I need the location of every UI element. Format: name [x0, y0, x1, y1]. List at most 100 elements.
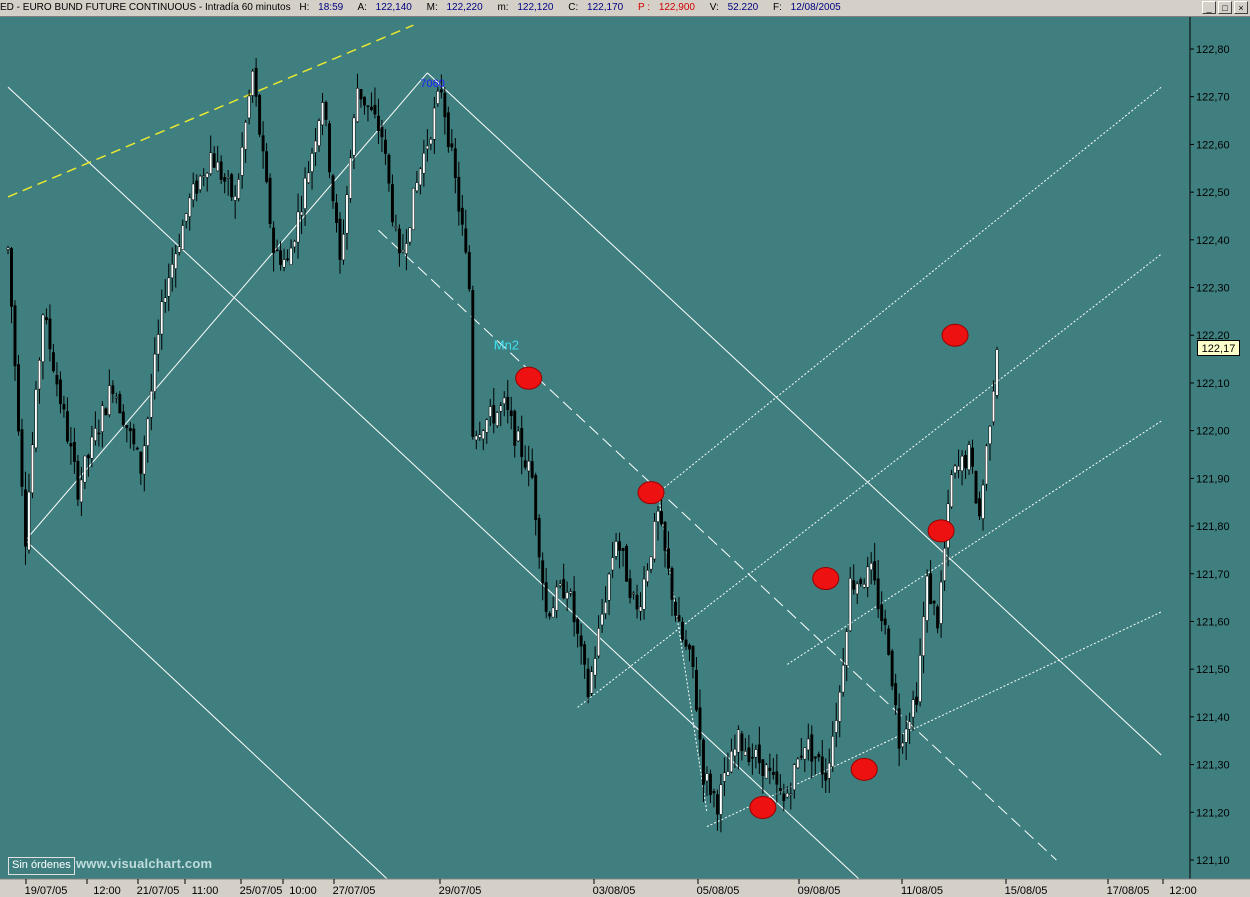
candle-body [527, 460, 531, 472]
candle-body [387, 154, 391, 184]
candle-body [261, 135, 265, 152]
candle-body [890, 650, 894, 687]
y-tick-label: 122,30 [1196, 283, 1230, 295]
candle-body [86, 454, 90, 459]
candle-body [41, 314, 45, 362]
candle-body [289, 247, 293, 265]
candle-body [296, 211, 300, 243]
candle-body [621, 547, 625, 551]
candle-body [153, 353, 157, 392]
candle-body [495, 412, 499, 426]
candle-body [352, 117, 356, 156]
y-tick-label: 121,30 [1196, 760, 1230, 772]
candle-body [649, 556, 653, 570]
candle-body [974, 470, 978, 504]
channel-line [427, 72, 1162, 756]
candle-body [506, 396, 510, 410]
marker-ellipse [927, 519, 955, 543]
candle-body [24, 489, 27, 547]
candle-body [460, 207, 464, 225]
candle-body [422, 152, 426, 174]
candle-body [443, 92, 447, 118]
candle-body [390, 184, 394, 223]
candle-body [303, 177, 307, 209]
candle-body [576, 618, 580, 634]
candle-body [342, 234, 345, 261]
candle-body [55, 374, 59, 385]
candle-body [446, 112, 450, 148]
candle-body [128, 428, 132, 432]
candle-body [184, 213, 188, 222]
candle-body [922, 616, 926, 657]
candle-body [530, 461, 534, 478]
candle-body [307, 172, 310, 184]
candle-body [925, 575, 929, 621]
candle-body [705, 773, 709, 782]
candle-body [593, 658, 597, 676]
candle-body [499, 405, 503, 412]
candle-body [279, 250, 283, 265]
candle-body [597, 628, 601, 657]
channel-lines [7, 24, 1162, 879]
x-tick-label: 12:00 [1169, 885, 1197, 897]
candle-body [827, 762, 831, 779]
candle-body [792, 764, 796, 791]
y-tick-label: 121,70 [1196, 569, 1230, 581]
candle-body [513, 410, 517, 446]
candle-body [684, 639, 688, 647]
candle-body [551, 607, 555, 618]
channel-line [577, 253, 1162, 708]
candle-body [6, 247, 10, 250]
candle-body [831, 736, 835, 767]
candle-body [83, 455, 87, 483]
orders-button[interactable]: Sin órdenes [8, 857, 75, 875]
candle-body [618, 541, 622, 551]
candle-body [743, 751, 747, 756]
candle-body [579, 635, 583, 647]
candle-body [13, 305, 17, 367]
candle-body [293, 241, 297, 248]
x-tick-label: 11:00 [192, 885, 219, 897]
x-tick-label: 15/08/05 [1005, 885, 1048, 897]
candle-body [964, 455, 967, 469]
candle-body [230, 174, 234, 198]
x-axis: 19/07/05 12:00 21/07/05 11:00 25/07/05 10:00 2… [0, 878, 1250, 897]
candle-body [314, 140, 317, 153]
candle-body [908, 721, 912, 730]
candle-body [845, 631, 849, 666]
candle-body [467, 252, 471, 290]
y-tick-label: 122,80 [1196, 44, 1230, 56]
candle-body [876, 578, 880, 610]
price-chart[interactable]: Mn27060 122,80122,70122,60122,50122,4012… [0, 0, 1250, 897]
candle-body [701, 739, 705, 785]
candle-body [34, 389, 38, 449]
candle-body [481, 430, 485, 440]
candle-body [558, 583, 562, 586]
candle-body [268, 177, 272, 224]
candle-body [978, 498, 981, 517]
candle-body [897, 708, 901, 749]
candle-body [859, 579, 863, 584]
candle-body [862, 584, 866, 588]
candle-body [272, 227, 276, 254]
candle-body [118, 394, 122, 414]
candle-body [740, 733, 744, 752]
candle-body [771, 772, 775, 775]
candle-body [209, 152, 213, 174]
candle-body [646, 570, 649, 582]
candle-body [838, 691, 842, 722]
candle-body [44, 317, 48, 321]
candle-body [691, 645, 695, 668]
candle-body [345, 194, 349, 234]
candle-body [27, 491, 31, 551]
marker-ellipse [850, 757, 878, 781]
candle-body [240, 147, 244, 176]
candle-body [373, 104, 377, 115]
x-tick-label: 12:00 [93, 885, 121, 897]
candle-body [488, 406, 492, 417]
candle-body [750, 756, 754, 759]
candle-body [817, 754, 821, 758]
candle-body [432, 107, 436, 140]
candle-body [569, 591, 573, 594]
candle-body [674, 601, 677, 616]
